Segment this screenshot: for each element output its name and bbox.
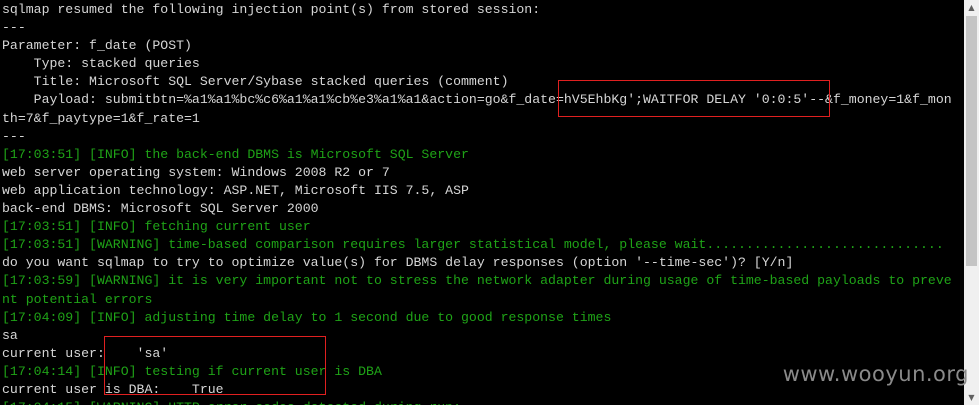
terminal-line: [17:04:15] [WARNING] HTTP error codes de… — [2, 399, 964, 405]
scrollbar-thumb[interactable] — [966, 16, 977, 266]
terminal-line: --- — [2, 128, 26, 144]
terminal-output: sqlmap resumed the following injection p… — [2, 1, 964, 405]
terminal-line: web application technology: ASP.NET, Mic… — [2, 182, 469, 198]
terminal-line: nt potential errors — [2, 291, 153, 307]
terminal-line: web server operating system: Windows 200… — [2, 164, 390, 180]
terminal-line: do you want sqlmap to try to optimize va… — [2, 255, 794, 271]
terminal-line: back-end DBMS: Microsoft SQL Server 2000 — [2, 201, 319, 217]
terminal-window[interactable]: sqlmap resumed the following injection p… — [0, 0, 979, 405]
watermark-text: www.wooyun.org — [782, 362, 969, 386]
terminal-line: Type: stacked queries — [2, 56, 200, 72]
terminal-line: [17:03:51] [INFO] fetching current user — [2, 219, 311, 235]
vertical-scrollbar[interactable]: ▲ ▼ — [964, 0, 979, 405]
terminal-line: Title: Microsoft SQL Server/Sybase stack… — [2, 74, 509, 90]
terminal-line: sa — [2, 327, 18, 343]
terminal-line: [17:03:59] [WARNING] it is very importan… — [2, 273, 952, 289]
scroll-up-arrow-icon[interactable]: ▲ — [964, 0, 979, 15]
scroll-down-arrow-icon[interactable]: ▼ — [964, 390, 979, 405]
terminal-line: [17:03:51] [INFO] the back-end DBMS is M… — [2, 146, 469, 162]
terminal-line: [17:04:09] [INFO] adjusting time delay t… — [2, 309, 612, 325]
terminal-line: sqlmap resumed the following injection p… — [2, 2, 541, 17]
terminal-line: th=7&f_paytype=1&f_rate=1 — [2, 110, 200, 126]
terminal-line: Parameter: f_date (POST) — [2, 38, 192, 54]
terminal-line: current user: 'sa' — [2, 345, 169, 361]
terminal-line: Payload: submitbtn=%a1%a1%bc%c6%a1%a1%cb… — [2, 92, 952, 108]
terminal-line: [17:03:51] [WARNING] time-based comparis… — [2, 237, 944, 253]
terminal-line: --- — [2, 20, 26, 36]
